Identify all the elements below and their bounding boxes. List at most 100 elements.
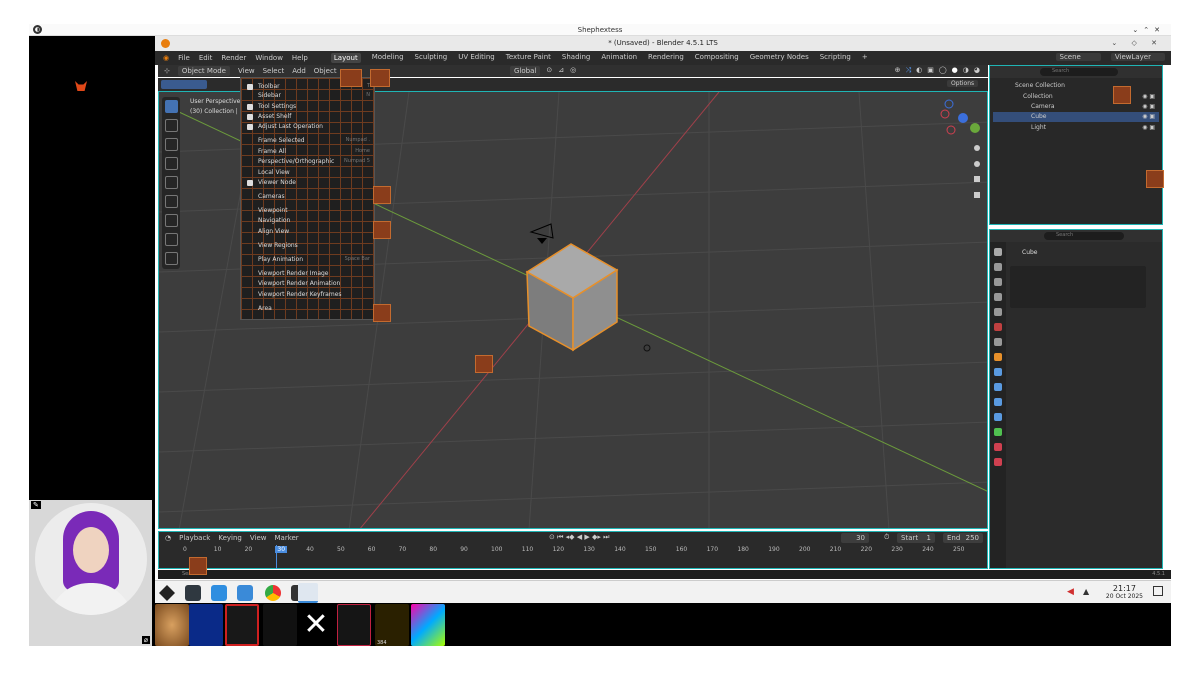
x-app-icon[interactable]: ✕ [299, 604, 333, 646]
move-tool-icon[interactable] [164, 138, 178, 151]
outliner-row-cube[interactable]: Cube ◉ ▣ [993, 112, 1159, 122]
menu-add[interactable]: Add [292, 67, 306, 75]
material-tab-icon[interactable] [994, 443, 1002, 451]
blender-menu-icon[interactable]: ◉ [163, 54, 169, 62]
tab-shading[interactable]: Shading [562, 53, 590, 63]
gizmo-icon[interactable]: ⤨ [905, 66, 911, 75]
editor-type-icon[interactable]: ⊹ [164, 67, 170, 75]
visibility-eye-icon[interactable]: ◉ ▣ [1142, 112, 1155, 122]
constraints-tab-icon[interactable] [994, 413, 1002, 421]
tab-modeling[interactable]: Modeling [372, 53, 404, 63]
menu-item-frame-selected[interactable]: Frame Selected Numpad . [241, 137, 374, 146]
tab-animation[interactable]: Animation [601, 53, 637, 63]
collection-tab-icon[interactable] [994, 338, 1002, 346]
menu-item-cameras[interactable]: Cameras [241, 193, 374, 202]
pivot-icon[interactable]: ⊙ [546, 66, 552, 76]
menu-item-navigation[interactable]: Navigation [241, 217, 374, 226]
transform-tool-icon[interactable] [164, 195, 178, 208]
tray-up-icon[interactable]: ▲ [1083, 587, 1089, 596]
menu-item-viewport-render-animation[interactable]: Viewport Render Animation [241, 280, 374, 289]
mode-selector[interactable]: Object Mode [177, 66, 230, 76]
menu-edit[interactable]: Edit [199, 54, 213, 62]
shading-solid-icon[interactable]: ● [952, 66, 958, 75]
shading-rendered-icon[interactable]: ◕ [974, 66, 980, 75]
timeline-menu-view[interactable]: View [250, 534, 267, 542]
show-desktop-icon[interactable] [1153, 586, 1163, 596]
skeleton-app-icon[interactable] [189, 604, 223, 646]
modifier-tab-icon[interactable] [994, 368, 1002, 376]
overlay-icon[interactable]: ◐ [916, 66, 922, 75]
menu-item-viewport-render-keyframes[interactable]: Viewport Render Keyframes [241, 291, 374, 300]
object-tab-icon[interactable] [994, 353, 1002, 361]
menu-item-asset-shelf[interactable]: Asset Shelf [241, 113, 374, 122]
outliner-row-collection[interactable]: Collection ◉ ▣ [993, 92, 1159, 102]
launcher-icon[interactable] [159, 585, 175, 601]
system-clock[interactable]: 21:17 20 Oct 2025 [1106, 585, 1143, 601]
timeline-menu-marker[interactable]: Marker [274, 534, 298, 542]
particles-tab-icon[interactable] [994, 383, 1002, 391]
store-icon[interactable] [211, 585, 227, 601]
menu-item-tool-settings[interactable]: Tool Settings [241, 103, 374, 112]
blender-taskbar-icon[interactable] [298, 583, 318, 603]
xray-icon[interactable]: ▣ [927, 66, 934, 75]
desktop-icon[interactable] [185, 585, 201, 601]
select-tool-icon[interactable] [164, 100, 178, 113]
outliner-scene-collection[interactable]: Scene Collection [993, 81, 1159, 91]
chrome-icon[interactable] [265, 585, 281, 601]
current-frame-field[interactable]: 30 [841, 533, 869, 543]
os-window-controls[interactable]: ⌄⌃✕ [1132, 24, 1165, 36]
menu-item-view-regions[interactable]: View Regions [241, 242, 374, 251]
output-tab-icon[interactable] [994, 278, 1002, 286]
tab-uv-editing[interactable]: UV Editing [458, 53, 495, 63]
snap-icon[interactable]: ⊿ [558, 66, 564, 76]
cube-object[interactable] [525, 243, 619, 352]
menu-item-viewpoint[interactable]: Viewpoint [241, 207, 374, 216]
render-tab-icon[interactable] [994, 263, 1002, 271]
walnut-app-icon[interactable] [155, 604, 189, 646]
scene-selector[interactable]: Scene [1055, 53, 1101, 61]
navigation-gizmo[interactable] [940, 99, 980, 135]
pen-icon[interactable]: ✎ [31, 501, 41, 509]
outliner-search[interactable]: Search [1040, 68, 1118, 76]
add-workspace-icon[interactable]: + [862, 53, 868, 63]
menu-item-adjust-last-operation[interactable]: Adjust Last Operation [241, 123, 374, 132]
game-app-icon[interactable]: 384 [375, 604, 409, 646]
world-tab-icon[interactable] [994, 323, 1002, 331]
tab-scripting[interactable]: Scripting [820, 53, 851, 63]
proportional-edit-icon[interactable]: ◎ [570, 66, 576, 76]
view-layer-selector[interactable]: ViewLayer [1110, 53, 1165, 61]
menu-render[interactable]: Render [221, 54, 246, 62]
menu-item-area[interactable]: Area [241, 305, 374, 314]
menu-item-play-animation[interactable]: Play Animation Space Bar [241, 256, 374, 265]
eraser-icon[interactable]: ⌀ [141, 636, 150, 644]
chatgpt-app-icon[interactable] [263, 604, 297, 646]
tab-sculpting[interactable]: Sculpting [415, 53, 448, 63]
physics-tab-icon[interactable] [994, 398, 1002, 406]
data-tab-icon[interactable] [994, 428, 1002, 436]
menu-item-viewport-render-image[interactable]: Viewport Render Image [241, 270, 374, 279]
end-frame-field[interactable]: End 250 [943, 533, 983, 543]
visibility-eye-icon[interactable]: ◉ ▣ [1142, 102, 1155, 112]
options-button[interactable]: Options [947, 80, 979, 87]
timeline-menu-keying[interactable]: Keying [218, 534, 242, 542]
view-layer-tab-icon[interactable] [994, 293, 1002, 301]
menu-item-frame-all[interactable]: Frame All Home [241, 148, 374, 157]
tab-geometry-nodes[interactable]: Geometry Nodes [750, 53, 809, 63]
visibility-eye-icon[interactable]: ◉ ▣ [1142, 123, 1155, 133]
shading-material-icon[interactable]: ◑ [963, 66, 969, 75]
add-cube-tool-icon[interactable] [164, 252, 178, 265]
menu-item-sidebar[interactable]: Sidebar N [241, 92, 374, 101]
menu-item-perspective-orthographic[interactable]: Perspective/Orthographic Numpad 5 [241, 158, 374, 167]
outliner-row-light[interactable]: Light ◉ ▣ [993, 123, 1159, 133]
cursor-tool-icon[interactable] [164, 119, 178, 132]
texture-tab-icon[interactable] [994, 458, 1002, 466]
menu-object[interactable]: Object [314, 67, 337, 75]
visibility-eye-icon[interactable]: ◉ ▣ [1142, 92, 1155, 102]
start-frame-field[interactable]: Start 1 [897, 533, 935, 543]
window-controls[interactable]: ⌄ ◇ ✕ [1111, 36, 1163, 51]
menu-view[interactable]: View [238, 67, 255, 75]
menu-item-local-view[interactable]: Local View [241, 169, 374, 178]
rotate-tool-icon[interactable] [164, 157, 178, 170]
timeline-ruler[interactable]: 0 10 20 30 40 50 60 70 80 90 100 110 120 130 140 150 160… [159, 546, 987, 556]
visibility-icon[interactable]: ⊕ [895, 66, 901, 75]
